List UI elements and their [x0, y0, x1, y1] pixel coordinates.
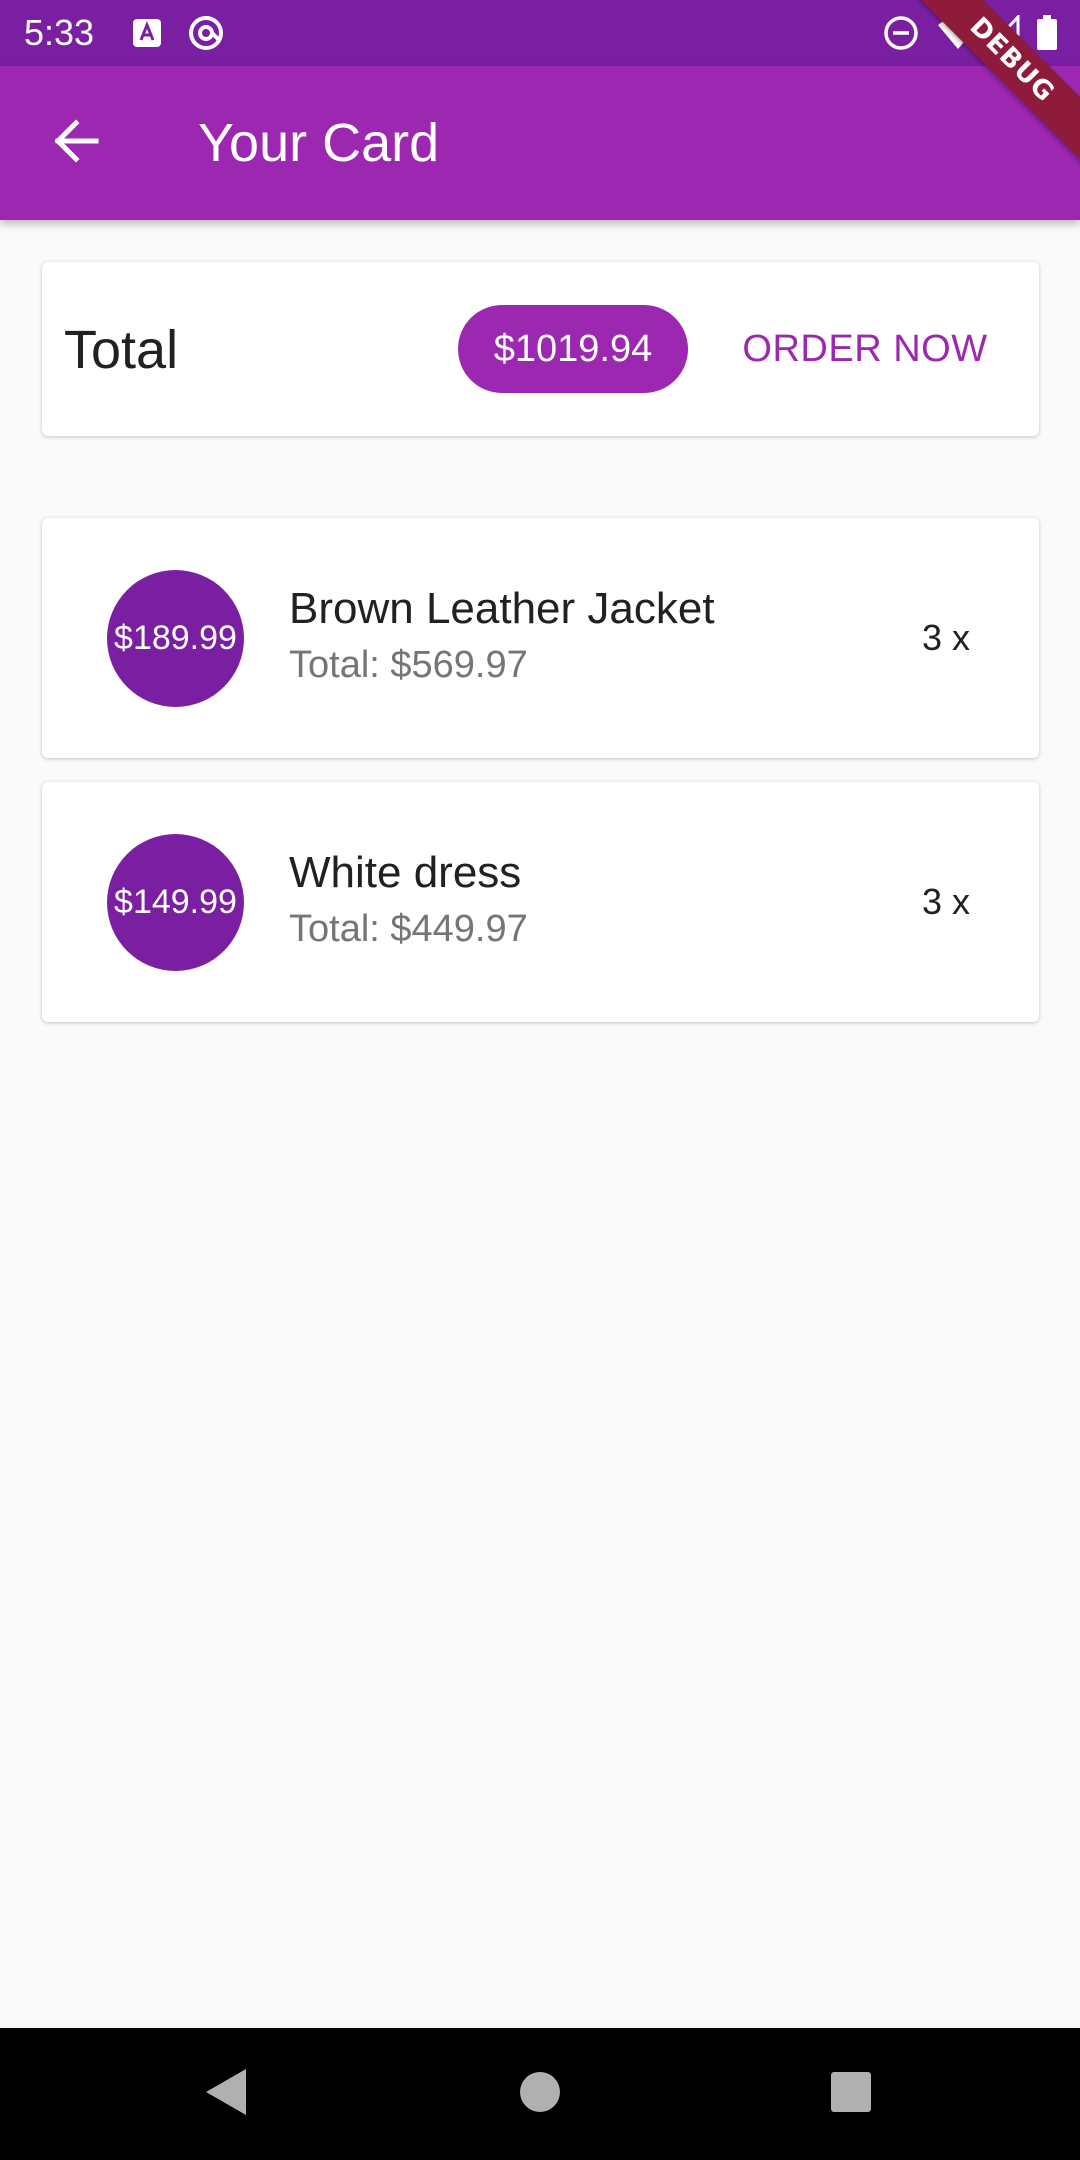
- wifi-icon: [936, 14, 980, 52]
- battery-icon: [1034, 14, 1060, 52]
- total-amount-chip: $1019.94: [458, 305, 688, 393]
- system-nav-bar: [0, 2028, 1080, 2160]
- nav-back-button[interactable]: [198, 2066, 254, 2122]
- arrow-back-icon: [52, 118, 100, 168]
- total-label: Total: [64, 320, 179, 380]
- order-now-button[interactable]: ORDER NOW: [720, 305, 1010, 393]
- do-not-disturb-icon: [882, 14, 920, 52]
- at-sign-icon: [186, 14, 226, 52]
- total-summary-card: Total $1019.94 ORDER NOW: [42, 262, 1039, 436]
- status-bar: 5:33: [0, 0, 1080, 66]
- cart-item[interactable]: $189.99 Brown Leather Jacket Total: $569…: [42, 518, 1039, 758]
- item-title: White dress: [289, 848, 522, 897]
- item-subtotal: Total: $569.97: [289, 644, 528, 686]
- cart-item[interactable]: $149.99 White dress Total: $449.97 3 x: [42, 782, 1039, 1022]
- item-price-avatar: $149.99: [107, 834, 244, 971]
- a-badge-icon: [130, 14, 164, 52]
- item-subtotal: Total: $449.97: [289, 908, 528, 950]
- back-button[interactable]: [40, 111, 112, 175]
- home-circle-icon: [518, 2070, 562, 2119]
- cell-signal-icon: [986, 14, 1020, 52]
- back-triangle-icon: [204, 2067, 248, 2122]
- item-quantity: 3 x: [922, 617, 971, 658]
- item-title: Brown Leather Jacket: [289, 584, 715, 633]
- nav-home-button[interactable]: [512, 2066, 568, 2122]
- recents-square-icon: [830, 2071, 872, 2118]
- item-price-avatar: $189.99: [107, 570, 244, 707]
- item-quantity: 3 x: [922, 881, 971, 922]
- status-time: 5:33: [24, 12, 95, 53]
- page-title: Your Card: [198, 113, 440, 173]
- nav-recents-button[interactable]: [823, 2066, 879, 2122]
- app-bar: Your Card: [0, 66, 1080, 220]
